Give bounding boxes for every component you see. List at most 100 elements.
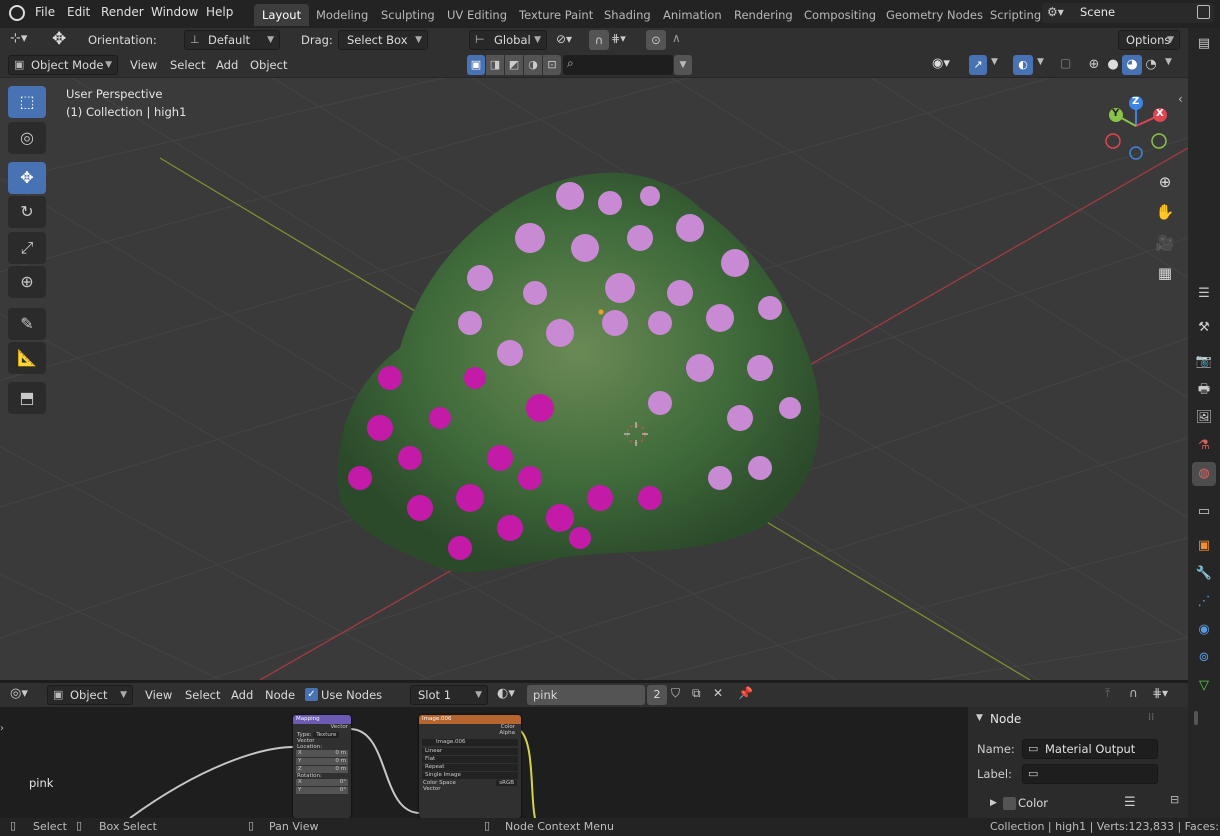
overlays-dropdown-icon[interactable]: ▼ — [1037, 57, 1044, 67]
drag-handle-icon[interactable]: ⁞⁞ — [1148, 712, 1154, 723]
pivot-point-icon[interactable]: ⊘▾ — [556, 32, 572, 46]
rotation-x-field[interactable]: X 0° — [296, 779, 348, 786]
shader-type-dropdown[interactable]: ▣ Object ▼ — [47, 685, 133, 705]
menu-add[interactable]: Add — [216, 58, 238, 72]
location-y-field[interactable]: Y 0 m — [296, 758, 348, 765]
collection-tab-icon[interactable]: ▭ — [1192, 500, 1216, 524]
gizmo-toggle-icon[interactable]: ↗ — [969, 55, 987, 75]
new-scene-icon[interactable] — [1197, 5, 1210, 19]
tab-modeling[interactable]: Modeling — [308, 4, 376, 26]
scene-name[interactable]: Scene — [1080, 5, 1115, 19]
region-expand-icon[interactable]: › — [0, 723, 4, 734]
node-editor-canvas[interactable]: pink › Mapping Vector Type: Texture Vect… — [0, 707, 968, 818]
node-label-field[interactable]: ▭ — [1022, 764, 1158, 784]
camera-view-button[interactable]: 🎥 — [1152, 230, 1178, 256]
transform-orientation-dropdown[interactable]: ⊢ Global ▼ — [469, 30, 547, 50]
interpolation-dropdown[interactable]: Linear — [422, 748, 518, 755]
slot-dropdown[interactable]: Slot 1 ▼ — [410, 685, 488, 705]
overlays-toggle-icon[interactable]: ◐ — [1013, 55, 1033, 75]
pan-button[interactable]: ✋ — [1152, 199, 1178, 225]
tab-shading[interactable]: Shading — [596, 4, 659, 26]
node-section-title[interactable]: Node — [990, 712, 1021, 726]
render-tab-icon[interactable]: 📷 — [1192, 350, 1216, 374]
fake-user-shield-icon[interactable]: ⛉ — [671, 686, 680, 701]
unlink-material-icon[interactable]: ✕ — [713, 686, 723, 700]
falloff-icon[interactable]: ∧ — [672, 31, 681, 45]
scene-tab-icon[interactable]: ⚗ — [1192, 434, 1216, 458]
menu-window[interactable]: Window — [151, 5, 198, 19]
gizmo-y-label[interactable]: Y — [1112, 108, 1119, 119]
menu-object[interactable]: Object — [250, 58, 287, 72]
source-dropdown[interactable]: Single Image — [422, 772, 518, 779]
image-datablock-field[interactable]: Image.006 — [422, 739, 518, 746]
data-tab-icon[interactable]: ▽ — [1192, 674, 1216, 698]
node-menu-node[interactable]: Node — [265, 688, 295, 702]
select-subtract-icon[interactable]: ◩ — [505, 55, 523, 75]
select-invert-icon[interactable]: ◑ — [524, 55, 542, 75]
duplicate-material-icon[interactable]: ⧉ — [692, 686, 701, 701]
pin-icon[interactable]: 📌 — [738, 686, 753, 700]
tab-texture-paint[interactable]: Texture Paint — [511, 4, 601, 26]
zoom-button[interactable]: ⊕ — [1152, 169, 1178, 195]
panel-scroll-icon[interactable] — [1194, 711, 1198, 725]
options-dropdown[interactable]: Options ▼ — [1118, 30, 1180, 50]
tab-uv-editing[interactable]: UV Editing — [439, 4, 515, 26]
image-texture-node[interactable]: Image.006 Color Alpha Image.006 Linear F… — [419, 715, 521, 818]
output-tab-icon[interactable]: 🖶 — [1192, 378, 1216, 402]
shading-wireframe-icon[interactable]: ⊕ — [1084, 55, 1104, 75]
perspective-toggle-button[interactable]: ▦ — [1152, 260, 1178, 286]
mapping-type-value[interactable]: Texture — [313, 732, 340, 738]
color-section-expand-icon[interactable]: ▶ — [990, 798, 997, 808]
parent-node-tree-icon[interactable]: ⤒ — [1105, 686, 1110, 701]
annotate-tool-button[interactable]: ✎ — [8, 308, 46, 340]
tool-icon[interactable]: ⊹▾ — [10, 31, 27, 46]
select-tool-button[interactable]: ⬚ — [8, 86, 46, 118]
transform-tool-button[interactable]: ⊕ — [8, 266, 46, 298]
cursor-tool-button[interactable]: ◎ — [8, 122, 46, 154]
material-browse-icon[interactable]: ◐▾ — [497, 686, 515, 701]
gizmo-x-label[interactable]: X — [1156, 108, 1164, 119]
gizmo-dropdown-icon[interactable]: ▼ — [991, 57, 998, 67]
select-intersect-icon[interactable]: ⊡ — [543, 55, 561, 75]
viewport-search-field[interactable]: ⌕ — [563, 55, 673, 75]
mapping-node[interactable]: Mapping Vector Type: Texture Vector Loca… — [293, 715, 351, 818]
snap-target-icon[interactable]: ⋕▾ — [1152, 686, 1168, 700]
use-nodes-checkbox[interactable]: ✓ — [305, 688, 318, 701]
material-name-field[interactable]: pink — [527, 685, 645, 705]
tab-scripting[interactable]: Scripting — [982, 4, 1049, 26]
color-section-label[interactable]: Color — [1018, 796, 1048, 810]
mode-dropdown[interactable]: ▣ Object Mode ▼ — [8, 55, 118, 75]
tab-compositing[interactable]: Compositing — [796, 4, 884, 26]
snap-increment-icon[interactable]: ⋕▾ — [611, 32, 626, 45]
filter-dropdown-icon[interactable]: ▼ — [674, 55, 692, 75]
menu-select[interactable]: Select — [170, 58, 205, 72]
tab-sculpting[interactable]: Sculpting — [373, 4, 443, 26]
measure-tool-button[interactable]: 📐 — [8, 342, 46, 374]
node-menu-view[interactable]: View — [145, 688, 172, 702]
material-users-count[interactable]: 2 — [647, 685, 667, 705]
physics-tab-icon[interactable]: ◉ — [1192, 618, 1216, 642]
rotate-tool-button[interactable]: ↻ — [8, 196, 46, 228]
location-x-field[interactable]: X 0 m — [296, 750, 348, 757]
visibility-eye-icon[interactable]: ◉▾ — [932, 56, 950, 71]
select-new-icon[interactable]: ▣ — [467, 55, 485, 75]
color-checkbox[interactable] — [1003, 797, 1016, 810]
object-tab-icon[interactable]: ▣ — [1192, 534, 1216, 558]
move-tool-button[interactable]: ✥ — [8, 162, 46, 194]
particles-tab-icon[interactable]: ⋰ — [1192, 590, 1216, 614]
constraints-tab-icon[interactable]: ⊚ — [1192, 646, 1216, 670]
menu-file[interactable]: File — [35, 5, 55, 19]
scene-selector[interactable]: ⚙▾ Scene — [1042, 3, 1214, 23]
modifier-tab-icon[interactable]: 🔧 — [1192, 562, 1216, 586]
orientation-dropdown[interactable]: ⊥ Default ▼ — [184, 30, 280, 50]
3d-viewport[interactable]: Z X Y User Perspective (1) Collection | … — [0, 78, 1188, 680]
location-z-field[interactable]: Z 0 m — [296, 766, 348, 773]
panel-options-icon[interactable]: ⊟ — [1170, 793, 1179, 806]
select-extend-icon[interactable]: ◨ — [486, 55, 504, 75]
node-menu-add[interactable]: Add — [231, 688, 253, 702]
extension-dropdown[interactable]: Repeat — [422, 764, 518, 771]
snap-toggle[interactable]: ∩ — [589, 30, 609, 50]
tab-animation[interactable]: Animation — [655, 4, 730, 26]
node-name-field[interactable]: ▭ Material Output — [1022, 739, 1158, 759]
menu-help[interactable]: Help — [206, 5, 233, 19]
